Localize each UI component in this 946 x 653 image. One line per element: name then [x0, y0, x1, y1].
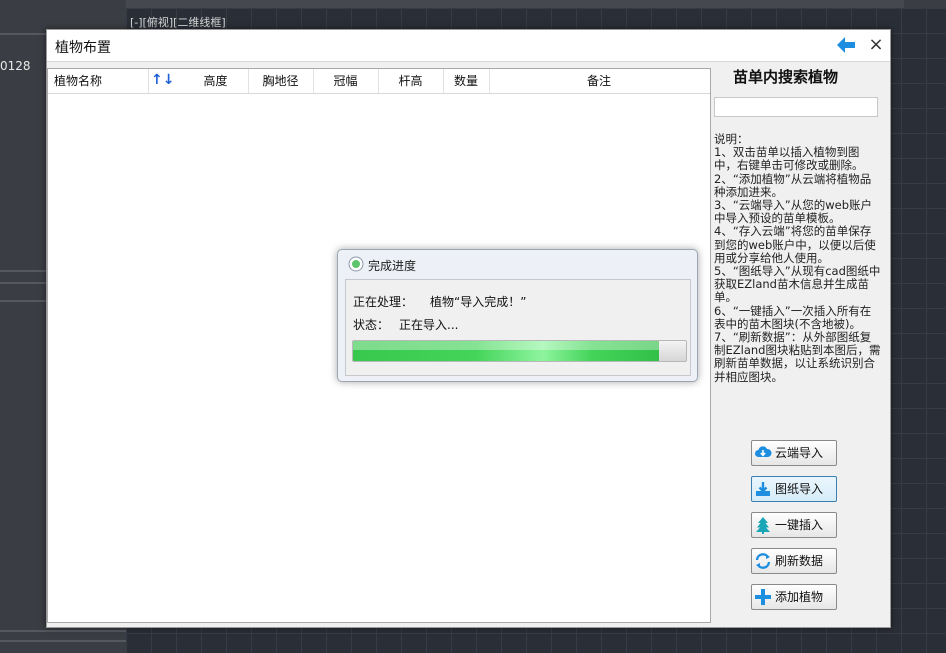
sort-arrows-icon[interactable]: ↑↓: [151, 69, 174, 93]
left-panel-divider: [0, 630, 126, 632]
column-header-crown[interactable]: 冠幅: [313, 69, 379, 93]
left-panel-divider: [0, 640, 126, 642]
progress-content: 正在处理： 植物“导入完成！” 状态： 正在导入...: [345, 279, 691, 376]
dialog-titlebar[interactable]: 植物布置 ×: [47, 30, 890, 62]
processing-label: 正在处理：: [353, 295, 414, 309]
refresh-data-label: 刷新数据: [775, 554, 824, 568]
refresh-data-button[interactable]: 刷新数据: [751, 548, 837, 574]
plant-search-input[interactable]: [714, 97, 878, 117]
progress-bar: [352, 340, 687, 362]
cloud-import-button[interactable]: 云端导入: [751, 440, 837, 466]
column-header-quantity[interactable]: 数量: [443, 69, 490, 93]
close-button[interactable]: ×: [867, 35, 885, 55]
cloud-import-label: 云端导入: [775, 446, 824, 460]
tree-icon: [756, 517, 770, 534]
add-plant-label: 添加植物: [775, 590, 824, 604]
refresh-icon: [755, 553, 771, 569]
instruction-line: 4、“存入云端”将您的苗单保存到您的web账户中，以便以后使用或分享给他人使用。: [714, 224, 876, 265]
drawing-import-button[interactable]: 图纸导入: [751, 476, 837, 502]
column-header-notes[interactable]: 备注: [489, 69, 709, 93]
drawing-import-label: 图纸导入: [775, 482, 824, 496]
processing-value: 植物“导入完成！”: [430, 295, 527, 309]
column-header-name[interactable]: 植物名称: [48, 69, 149, 93]
app-top-bar: [0, 0, 946, 8]
instructions-text: 说明： 1、双击苗单以插入植物到图中，右键单击可修改或删除。 2、“添加植物”从…: [714, 132, 882, 384]
table-header: 植物名称 ↑↓ 高度 胸地径 冠幅 杆高 数量 备注: [48, 69, 710, 94]
instruction-line: 7、“刷新数据”：从外部图纸复制EZland图块粘贴到本图后，需刷新苗单数据，以…: [714, 330, 881, 384]
status-value: 正在导入...: [399, 318, 459, 332]
left-panel-value: 0128: [0, 59, 31, 73]
one-click-insert-label: 一键插入: [775, 518, 824, 532]
status-label: 状态：: [353, 318, 390, 332]
cloud-download-icon: [755, 446, 772, 457]
instruction-line: 6、“一键插入”一次插入所有在表中的苗木图块(不含地被)。: [714, 303, 872, 331]
progress-dialog: 完成进度 正在处理： 植物“导入完成！” 状态： 正在导入...: [337, 249, 698, 382]
plus-icon: [755, 589, 771, 605]
dialog-title: 植物布置: [55, 40, 111, 56]
column-header-pole-height[interactable]: 杆高: [378, 69, 444, 93]
search-title: 苗单内搜索植物: [733, 68, 839, 86]
import-drawing-icon: [756, 482, 770, 496]
column-header-height[interactable]: 高度: [183, 69, 249, 93]
instruction-line: 5、“图纸导入”从现有cad图纸中获取EZland苗木信息并生成苗单。: [714, 264, 881, 305]
arrow-left-icon[interactable]: [836, 36, 856, 54]
instruction-line: 3、“云端导入”从您的web账户中导入预设的苗单模板。: [714, 198, 873, 226]
instruction-line: 1、双击苗单以插入植物到图中，右键单击可修改或删除。: [714, 145, 864, 173]
one-click-insert-button[interactable]: 一键插入: [751, 512, 837, 538]
add-plant-button[interactable]: 添加植物: [751, 584, 837, 610]
viewport-label[interactable]: [-][俯视][二维线框]: [130, 14, 226, 30]
progress-app-icon: [348, 256, 364, 272]
instruction-line: 2、“添加植物”从云端将植物品种添加进来。: [714, 171, 872, 199]
progress-dialog-title: 完成进度: [368, 259, 417, 273]
column-header-diameter[interactable]: 胸地径: [248, 69, 314, 93]
progress-bar-fill: [353, 341, 660, 361]
